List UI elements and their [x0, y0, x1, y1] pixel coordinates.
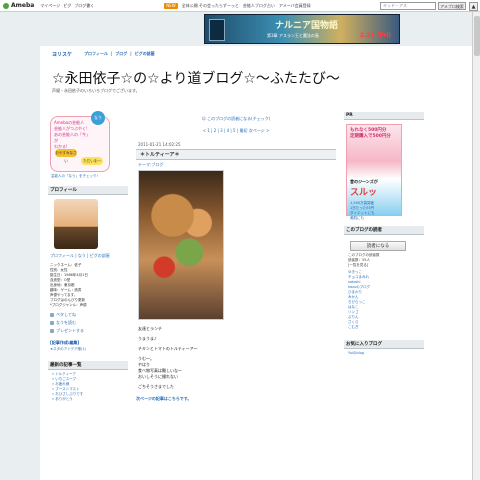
post-paragraph: チキンとトマトのトルティーア〜 — [138, 346, 198, 351]
gift-icon — [50, 329, 54, 333]
post-paragraph: ごちそうさまでした — [138, 384, 174, 389]
now-ad-bubble-2: ただいま〜 — [81, 157, 103, 165]
profile-info: ニックネーム：依子 性別：女性 誕生日：1986年4月1日 血液型：O型 出身地… — [50, 263, 88, 307]
list-item[interactable]: » ありがとう — [52, 397, 124, 402]
now-ad-bubble-1: おやすみなさい — [55, 149, 77, 163]
search-button[interactable]: アメブロ検索 — [438, 2, 466, 10]
feature-sub[interactable]: ★ネタのアイデア帳(1) — [50, 347, 126, 352]
topbar-link-pigg[interactable]: ピグ — [63, 3, 71, 9]
scrollbar-thumb[interactable] — [474, 16, 480, 56]
peta-link[interactable]: ペタしてね — [50, 312, 126, 318]
reader-icon: ☺ — [201, 116, 206, 121]
pr-heading: PR — [344, 112, 424, 120]
pagination[interactable]: < 1 | 2 | 3 | 4 | 5 | 最初 次ページ > — [136, 128, 336, 134]
post-photo[interactable] — [138, 170, 224, 320]
now-ad-text: Amebaの芸能人 芸能人がつぶやく! あの芸能人の「今」が わかる! — [54, 120, 90, 149]
profile-heading: プロフィール — [48, 186, 128, 195]
pr-ad-line4: 1,500万袋突破 1日たった55円 ダイエットにも 美肌にも — [350, 201, 375, 220]
present-link[interactable]: プレゼントする — [50, 328, 126, 334]
site-logo[interactable]: ヨリスケ — [52, 51, 72, 58]
left-sidebar: なう Amebaの芸能人 芸能人がつぶやく! あの芸能人の「今」が わかる! お… — [48, 111, 128, 404]
list-item[interactable]: こむぎ — [348, 325, 420, 330]
ameba-logo-icon — [3, 2, 9, 9]
right-sidebar: PR もれなく500円分 定期購入で500円分 昔のジーンズが スルッ 1,50… — [344, 112, 424, 358]
post-paragraph: 友達とランチ — [138, 326, 162, 331]
reader-info: このブログの読者数 読者数：55人 [一覧を見る] — [348, 253, 380, 267]
topbar-links: マイページ ピグ ブログ書く — [40, 3, 94, 9]
notice-link-2[interactable]: 芸能人ブログ占い — [243, 3, 275, 9]
notice-link-3[interactable]: アメーバ会員登録 — [279, 3, 311, 9]
banner-title: ナルニア国物語 — [275, 21, 339, 31]
now-ad-badge: なう — [91, 111, 105, 125]
next-entry-link[interactable]: 次ページの記事はこちらです。 — [136, 396, 336, 402]
search-input[interactable]: キッド・アス — [380, 2, 436, 10]
topbar-notices: NEW 全体公開 その会ったらずーっと 芸能人ブログ占い アメーバ会員登録 — [164, 2, 311, 9]
topbar-link-write[interactable]: ブログ書く — [74, 3, 94, 9]
recent-posts-list: » トルティーア » いちごスープ » お疲れ様 » ブーストマスト » おひさ… — [52, 372, 124, 402]
now-ad[interactable]: なう Amebaの芸能人 芸能人がつぶやく! あの芸能人の「今」が わかる! お… — [50, 111, 110, 178]
nav-pigg-room[interactable]: ピグの部屋 — [135, 51, 155, 57]
pr-ad-line1: もれなく500円分 定期購入で500円分 — [350, 128, 391, 139]
scroll-up-icon[interactable]: ▲ — [469, 2, 478, 11]
post-paragraph: うまうま♪ — [138, 336, 157, 341]
post-date: 2011-01-21 14:02:25 — [138, 142, 181, 147]
new-badge: NEW — [164, 2, 178, 9]
page-scrollbar[interactable] — [472, 12, 480, 480]
blog-nav: プロフィール | ブログ | ピグの部屋 — [84, 51, 155, 57]
now-icon — [50, 321, 54, 325]
notice-link-1[interactable]: 全体公開 その会ったらずーっと — [182, 3, 239, 9]
post-title[interactable]: ＊トルティーア＊ — [136, 149, 336, 160]
favorite-blogs-heading: お気に入りブログ — [344, 340, 424, 349]
ameba-brand: Ameba — [11, 2, 35, 9]
blog-title[interactable]: ☆永田依子☆の☆より道ブログ☆〜ふたたび〜 — [52, 68, 340, 88]
nav-profile[interactable]: プロフィール — [84, 51, 108, 57]
feature-heading[interactable]: [記事作成:編集] — [50, 340, 126, 346]
blog-page: ヨリスケ プロフィール | ブログ | ピグの部屋 ☆永田依子☆の☆より道ブログ… — [40, 46, 472, 480]
topbar-link-mypage[interactable]: マイページ — [40, 3, 60, 9]
favorite-blog-link[interactable]: Yuiのblog — [348, 351, 420, 356]
dvd-cover-image — [209, 19, 225, 41]
pr-ad[interactable]: もれなく500円分 定期購入で500円分 昔のジーンズが スルッ 1,500万袋… — [346, 124, 402, 220]
nav-blog[interactable]: ブログ — [115, 51, 127, 57]
post-theme[interactable]: テーマ:ブログ — [138, 162, 334, 168]
now-ad-link[interactable]: 芸能人の「なう」をチェック! — [51, 174, 111, 179]
profile-avatar[interactable] — [54, 199, 98, 249]
become-reader-button[interactable]: 読者になる — [350, 241, 406, 251]
profile-links[interactable]: プロフィール | なう | ピグの部屋 — [50, 253, 126, 259]
banner-ad[interactable]: ナルニア国物語 第3章 アスラン王と魔法の島 2.25 (Fri) — [204, 14, 400, 44]
post-body: 友達とランチ うまうま♪ チキンとトマトのトルティーア〜 うむ〜。 やはり 食べ… — [138, 326, 334, 390]
post-paragraph: うむ〜。 やはり 食べ物写真は難しいな〜 おいしそうに撮れない — [138, 356, 182, 379]
become-reader-link[interactable]: ☺ このブログの読者になる(チェック) — [136, 116, 336, 122]
recent-posts-heading: 最新の記事一覧 — [48, 361, 128, 370]
banner-subtitle: 第3章 アスラン王と魔法の島 — [267, 33, 319, 38]
banner-date: 2.25 (Fri) — [359, 32, 391, 39]
ameba-logo[interactable]: Ameba — [3, 2, 34, 9]
peta-icon — [50, 313, 54, 317]
pr-ad-line3: スルッ — [350, 188, 378, 198]
readers-heading: このブログの読者 — [344, 226, 424, 235]
now-link[interactable]: なうを読む — [50, 320, 126, 326]
readers-list: ゆきっこ チョコまみれ satoshi kazuのブログ ひまわり みかん ちび… — [348, 270, 420, 330]
blog-description: 声優・永田依子のいろいろブログでございます。 — [52, 88, 140, 93]
main-content: ☺ このブログの読者になる(チェック) < 1 | 2 | 3 | 4 | 5 … — [136, 112, 336, 402]
